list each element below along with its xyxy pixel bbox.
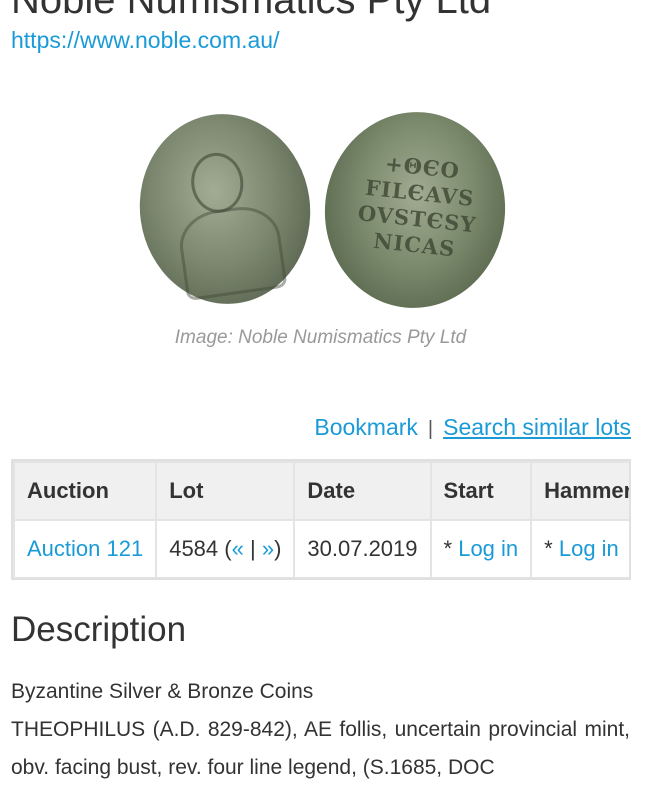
start-login-link[interactable]: Log in: [458, 536, 518, 561]
image-caption: Image: Noble Numismatics Pty Ltd: [174, 327, 467, 348]
column-header-start: Start: [431, 463, 531, 519]
page-title: Noble Numismatics Pty Ltd: [11, 0, 492, 22]
lot-number: 4584: [169, 536, 219, 561]
hammer-login-link[interactable]: Log in: [559, 536, 619, 561]
previous-lot-link[interactable]: «: [232, 536, 244, 561]
lot-nav-separator: |: [249, 536, 256, 561]
table-header-row: Auction Lot Date Start Hammer: [15, 463, 629, 519]
bookmark-link[interactable]: Bookmark: [314, 414, 418, 440]
lot-table: Auction Lot Date Start Hammer Auction 12…: [13, 461, 629, 578]
start-asterisk: *: [443, 536, 453, 561]
coin-obverse-image: [127, 103, 323, 315]
date-cell: 30.07.2019: [295, 521, 430, 577]
coin-legend: +ΘЄO FILЄAVS OVSTЄSY NICAS: [338, 147, 498, 266]
table-row: Auction 121 4584 (« | ») 30.07.2019 * Lo…: [15, 521, 629, 577]
description-heading: Description: [11, 610, 187, 649]
column-header-auction: Auction: [15, 463, 156, 519]
description-text: THEOPHILUS (A.D. 829-842), AE follis, un…: [11, 718, 630, 779]
lot-table-container[interactable]: Auction Lot Date Start Hammer Auction 12…: [11, 459, 631, 580]
column-header-hammer: Hammer: [532, 463, 629, 519]
lot-actions: Bookmark | Search similar lots: [314, 414, 631, 441]
search-similar-lots-link[interactable]: Search similar lots: [443, 414, 631, 440]
lot-nav-close: ): [274, 536, 282, 561]
description-category: Byzantine Silver & Bronze Coins: [11, 680, 314, 703]
lot-image[interactable]: +ΘЄO FILЄAVS OVSTЄSY NICAS: [127, 103, 515, 317]
actions-separator: |: [427, 418, 434, 440]
column-header-date: Date: [295, 463, 430, 519]
source-url-link[interactable]: https://www.noble.com.au/: [11, 27, 279, 54]
lot-nav-open: (: [224, 536, 232, 561]
column-header-lot: Lot: [157, 463, 294, 519]
bust-body-shape: [175, 201, 288, 302]
hammer-asterisk: *: [544, 536, 553, 561]
auction-link[interactable]: Auction 121: [27, 536, 143, 561]
coin-reverse-image: +ΘЄO FILЄAVS OVSTЄSY NICAS: [315, 103, 515, 317]
auction-cell: Auction 121: [15, 521, 156, 577]
next-lot-link[interactable]: »: [262, 536, 274, 561]
lot-cell: 4584 (« | »): [157, 521, 294, 577]
hammer-cell: * Log in: [532, 521, 629, 577]
start-cell: * Log in: [431, 521, 531, 577]
